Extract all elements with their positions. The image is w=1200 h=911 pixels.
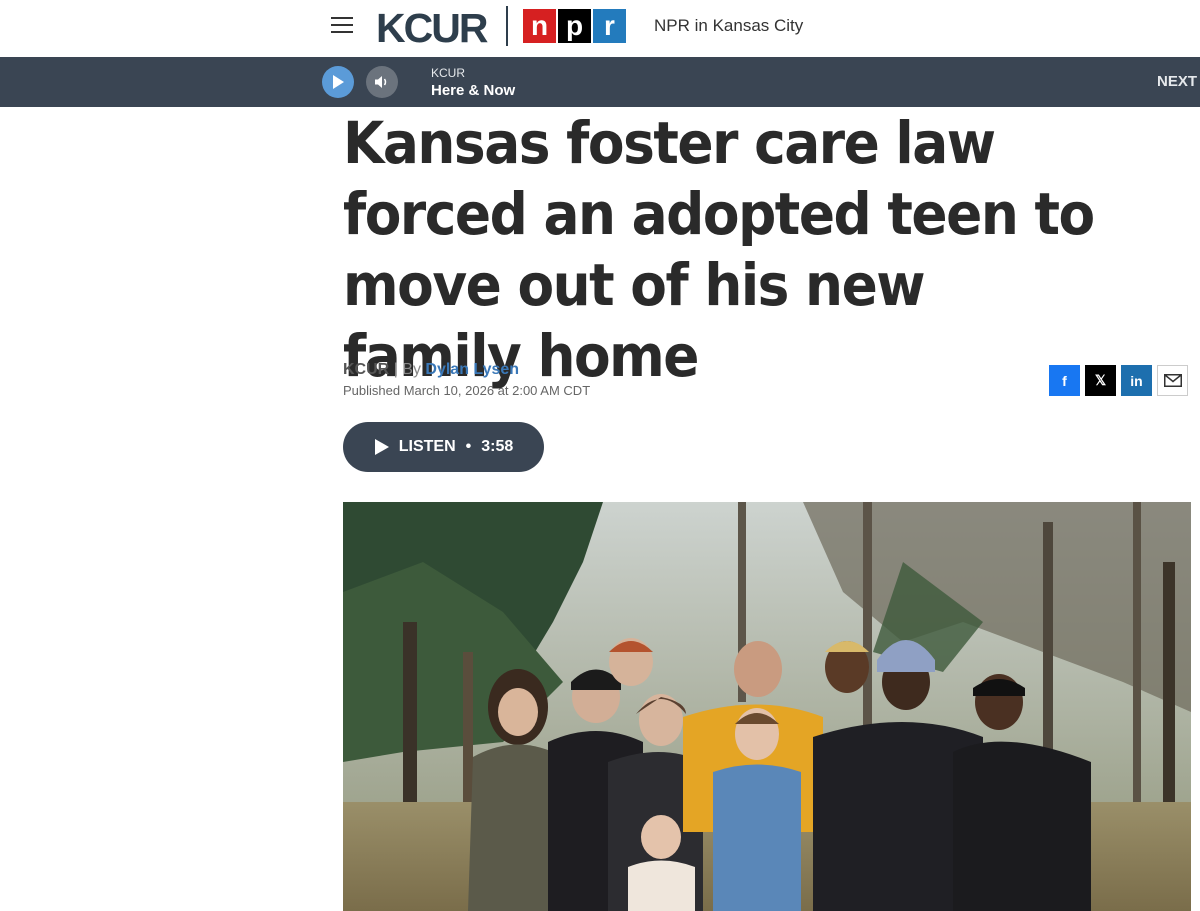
site-tagline: NPR in Kansas City [654,16,804,35]
listen-dot: • [465,438,472,455]
play-icon [333,75,344,89]
email-share-button[interactable] [1157,365,1188,396]
npr-logo[interactable]: n p r [523,9,626,43]
linkedin-share-button[interactable]: in [1121,365,1152,396]
listen-button[interactable]: LISTEN • 3:58 [343,422,544,472]
x-icon: 𝕏 [1094,372,1107,388]
mail-icon [1163,374,1182,387]
npr-logo-r: r [593,9,626,43]
byline-author-link[interactable]: Dylan Lysen [425,361,519,378]
next-up-label[interactable]: NEXT [1157,73,1197,90]
play-button[interactable] [322,66,354,98]
player-program[interactable]: Here & Now [431,82,515,99]
audio-player-bar: KCUR Here & Now NEXT [0,57,1200,107]
published-date: Published March 10, 2026 at 2:00 AM CDT [343,383,591,398]
article-lead-photo[interactable] [343,502,1191,911]
npr-logo-n: n [523,9,556,43]
facebook-share-button[interactable]: f [1049,365,1080,396]
volume-button[interactable] [366,66,398,98]
x-share-button[interactable]: 𝕏 [1085,365,1116,396]
play-icon [374,439,389,455]
listen-duration: 3:58 [481,438,514,455]
article-headline: Kansas foster care law forced an adopted… [343,109,1095,390]
share-buttons: f 𝕏 in [1049,365,1188,396]
volume-icon [375,76,387,88]
listen-label: LISTEN [398,438,456,455]
facebook-icon: f [1062,372,1067,389]
linkedin-icon: in [1130,372,1143,389]
player-station: KCUR [431,66,466,80]
logo-divider [506,6,508,46]
byline-separator: | By [393,361,421,378]
byline-org: KCUR [343,361,390,378]
family-photo-illustration [343,502,1191,911]
npr-logo-p: p [558,9,591,43]
kcur-logo[interactable]: KCUR [376,5,488,51]
article-byline: KCUR | By Dylan Lysen [343,361,519,379]
menu-icon[interactable] [331,17,353,35]
site-header: KCUR n p r NPR in Kansas City [0,0,1200,57]
